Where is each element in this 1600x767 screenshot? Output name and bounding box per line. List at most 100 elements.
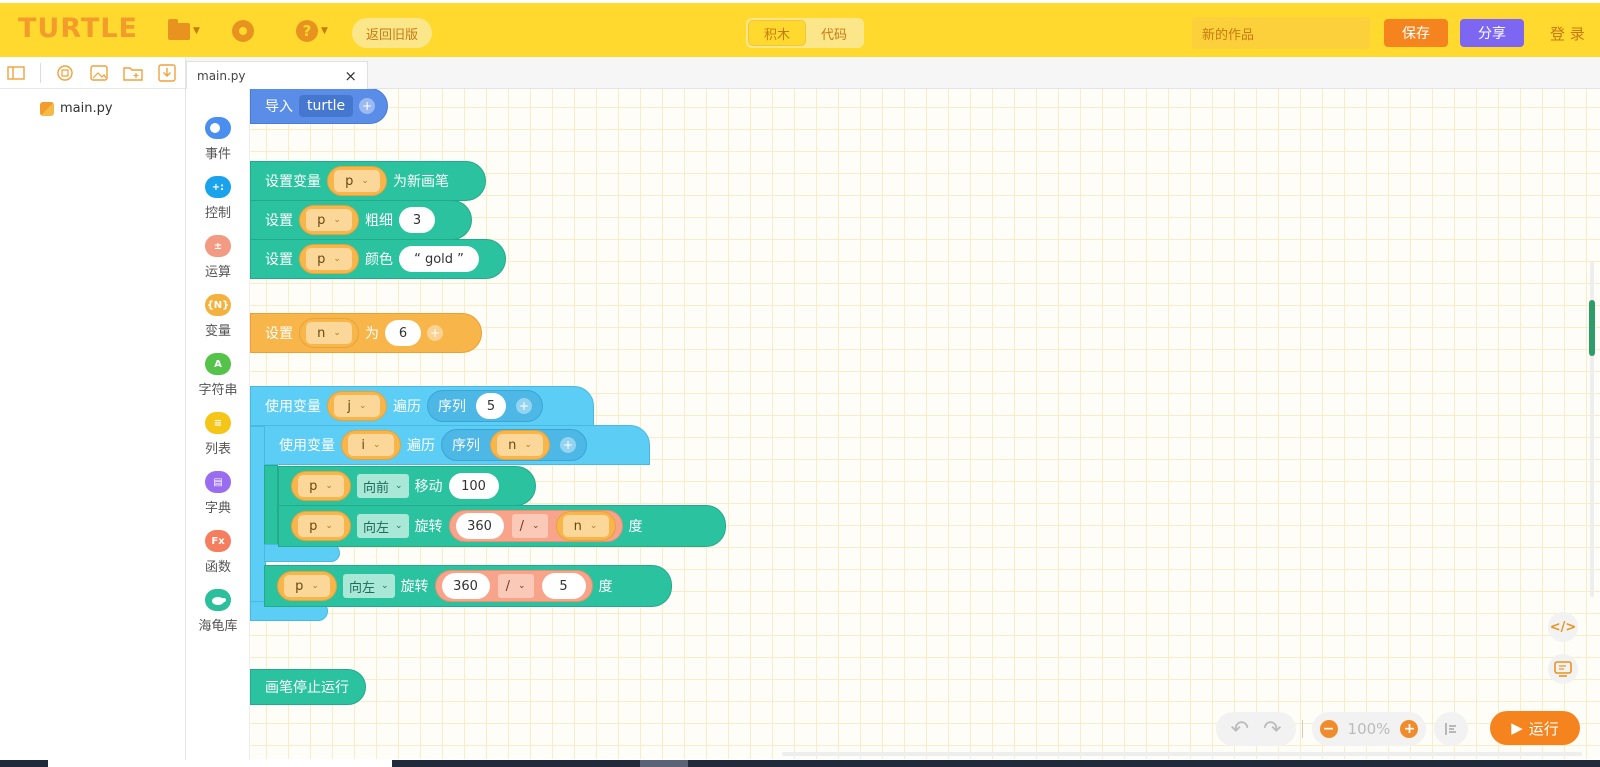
- sequence-block[interactable]: 序列 n ⌄ +: [441, 429, 587, 461]
- category-strings[interactable]: A 字符串: [186, 353, 250, 398]
- variable-name: n: [573, 518, 582, 534]
- turn-left-outer-block[interactable]: p ⌄ 向左 ⌄ 旋转 360 /⌄ 5 度: [264, 565, 672, 607]
- taskbar-window[interactable]: [640, 760, 688, 767]
- vertical-scrollbar[interactable]: [1589, 262, 1595, 597]
- zoom-control: − 100% +: [1312, 712, 1426, 746]
- back-to-old-version-button[interactable]: 返回旧版: [352, 18, 432, 48]
- scrollbar-thumb[interactable]: [1589, 300, 1595, 356]
- variable-dropdown[interactable]: j ⌄: [327, 391, 387, 421]
- horizontal-scrollbar[interactable]: [782, 752, 1582, 756]
- color-value-field[interactable]: “ gold ”: [399, 246, 479, 272]
- tab-blocks[interactable]: 积木: [748, 20, 806, 46]
- zoom-in-icon[interactable]: +: [1400, 720, 1419, 738]
- direction-dropdown[interactable]: 向左 ⌄: [357, 514, 409, 538]
- variable-name: p: [309, 478, 318, 494]
- variable-dropdown[interactable]: n ⌄: [299, 318, 359, 348]
- new-python-file-icon[interactable]: [55, 64, 75, 82]
- division-block[interactable]: 360 /⌄ 5: [434, 570, 593, 602]
- loop-j-block[interactable]: 使用变量 j ⌄ 遍历 序列 5 +: [250, 386, 594, 426]
- block-label: 导入: [265, 99, 293, 115]
- turn-left-inner-block[interactable]: p ⌄ 向左 ⌄ 旋转 360 /⌄ n ⌄ 度: [278, 505, 726, 547]
- denominator-field[interactable]: 5: [541, 573, 586, 599]
- category-functions[interactable]: Fx 函数: [186, 530, 250, 575]
- sequence-block[interactable]: 序列 5 +: [427, 390, 543, 422]
- new-image-icon[interactable]: [89, 64, 109, 82]
- tab-main-py[interactable]: main.py ×: [186, 61, 368, 90]
- move-forward-block[interactable]: p ⌄ 向前 ⌄ 移动 100: [278, 466, 536, 506]
- block-label: 使用变量: [279, 438, 335, 454]
- sidebar-toggle-icon[interactable]: [6, 64, 26, 82]
- distance-value-field[interactable]: 100: [448, 473, 499, 499]
- variable-dropdown[interactable]: p ⌄: [327, 166, 387, 196]
- set-pen-width-block[interactable]: 设置 p ⌄ 粗细 3: [250, 200, 472, 240]
- direction-dropdown[interactable]: 向左 ⌄: [343, 574, 395, 598]
- import-block[interactable]: 导入 turtle +: [250, 89, 388, 124]
- add-icon[interactable]: +: [560, 437, 576, 453]
- category-label: 列表: [204, 442, 231, 457]
- save-button[interactable]: 保存: [1384, 19, 1448, 47]
- category-lists[interactable]: ≡ 列表: [186, 412, 250, 457]
- direction-dropdown[interactable]: 向前 ⌄: [357, 474, 409, 498]
- variable-dropdown[interactable]: p ⌄: [299, 205, 359, 235]
- variable-dropdown[interactable]: p ⌄: [299, 244, 359, 274]
- operator-dropdown[interactable]: / ⌄: [511, 514, 548, 538]
- operator-label: /: [505, 578, 510, 594]
- loop-i-block[interactable]: 使用变量 i ⌄ 遍历 序列 n ⌄ +: [264, 425, 650, 465]
- share-button[interactable]: 分享: [1460, 19, 1524, 47]
- set-pen-color-block[interactable]: 设置 p ⌄ 颜色 “ gold ”: [250, 239, 506, 279]
- variable-dropdown[interactable]: p ⌄: [291, 511, 351, 541]
- redo-icon[interactable]: ↷: [1263, 717, 1281, 742]
- category-events[interactable]: 事件: [186, 117, 250, 162]
- variable-dropdown[interactable]: p ⌄: [277, 571, 337, 601]
- zoom-out-icon[interactable]: −: [1319, 720, 1338, 738]
- control-icon: +:: [205, 176, 231, 198]
- download-icon[interactable]: [157, 63, 177, 82]
- category-label: 控制: [204, 206, 231, 221]
- help-menu-button[interactable]: ? ▼: [296, 19, 328, 43]
- block-workspace[interactable]: 导入 turtle + 设置变量 p ⌄ 为新画笔 设置 p ⌄ 粗细 3 设置 p…: [250, 89, 1600, 759]
- undo-icon[interactable]: ↶: [1231, 717, 1249, 742]
- stop-pen-block[interactable]: 画笔停止运行: [250, 669, 366, 705]
- variable-name: p: [295, 578, 304, 594]
- login-link[interactable]: 登 录: [1550, 23, 1585, 44]
- width-value-field[interactable]: 3: [399, 207, 435, 233]
- category-turtle-library[interactable]: 海龟库: [186, 589, 250, 634]
- chevron-down-icon: ⌄: [359, 401, 367, 411]
- add-icon[interactable]: +: [359, 98, 376, 114]
- new-folder-icon[interactable]: [123, 64, 143, 82]
- n-value-field[interactable]: 6: [385, 320, 421, 346]
- variable-dropdown[interactable]: n ⌄: [490, 430, 550, 460]
- set-variable-new-pen-block[interactable]: 设置变量 p ⌄ 为新画笔: [250, 161, 486, 201]
- category-control[interactable]: +: 控制: [186, 176, 250, 221]
- variable-dropdown[interactable]: n ⌄: [555, 511, 616, 541]
- code-view-button[interactable]: </>: [1548, 612, 1578, 642]
- tab-code[interactable]: 代码: [806, 20, 862, 46]
- taskbar-window[interactable]: [48, 760, 392, 767]
- numerator-field[interactable]: 360: [455, 513, 504, 539]
- app-logo: TURTLE: [18, 13, 138, 44]
- category-variables[interactable]: {N} 变量: [186, 294, 250, 339]
- close-icon[interactable]: ×: [344, 67, 357, 85]
- category-operators[interactable]: ± 运算: [186, 235, 250, 280]
- run-label: 运行: [1528, 719, 1559, 738]
- file-item-main-py[interactable]: main.py: [40, 101, 113, 116]
- stage-view-button[interactable]: [1548, 654, 1578, 684]
- variable-dropdown[interactable]: p ⌄: [291, 471, 351, 501]
- category-dictionaries[interactable]: ▤ 字典: [186, 471, 250, 516]
- division-block[interactable]: 360 /⌄ n ⌄: [448, 510, 623, 542]
- add-icon[interactable]: +: [427, 325, 443, 341]
- sequence-value-field[interactable]: 5: [476, 393, 506, 419]
- run-button[interactable]: ▶ 运行: [1490, 711, 1580, 745]
- numerator-field[interactable]: 360: [441, 573, 490, 599]
- operator-dropdown[interactable]: / ⌄: [497, 574, 534, 598]
- add-icon[interactable]: +: [516, 398, 532, 414]
- settings-button[interactable]: [232, 19, 254, 43]
- module-field[interactable]: turtle: [299, 95, 354, 117]
- variable-dropdown[interactable]: i ⌄: [341, 430, 401, 460]
- undo-redo-group: ↶ ↷: [1216, 712, 1296, 746]
- set-n-block[interactable]: 设置 n ⌄ 为 6 +: [250, 313, 482, 353]
- tidy-blocks-button[interactable]: [1434, 712, 1468, 746]
- file-menu-button[interactable]: ▼: [168, 18, 200, 43]
- editor-tab-strip: main.py ×: [186, 57, 1600, 90]
- project-title-input[interactable]: 新的作品: [1192, 17, 1370, 49]
